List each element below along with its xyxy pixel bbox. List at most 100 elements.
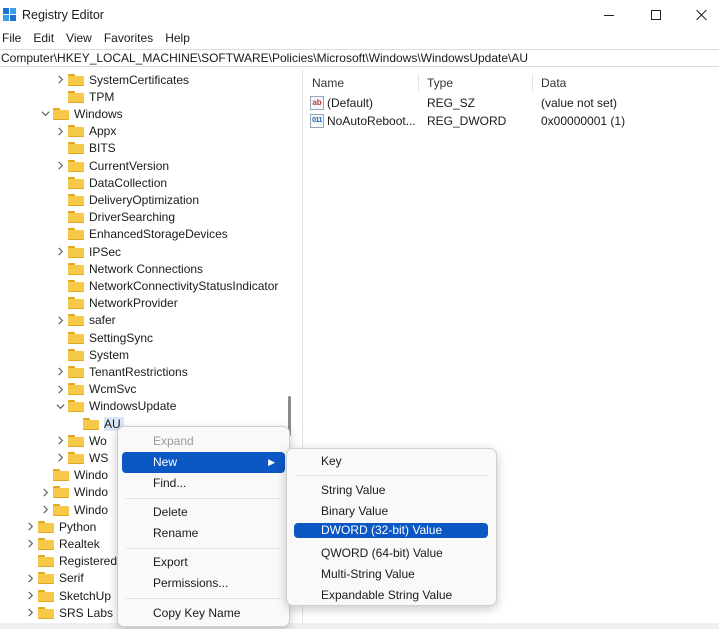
tree-item[interactable]: BITS [55, 140, 116, 157]
menu-edit[interactable]: Edit [31, 30, 57, 48]
tree-item[interactable]: Serif [25, 570, 84, 587]
tree-item-label: DriverSearching [89, 210, 176, 225]
tree-item[interactable]: Windows [40, 105, 123, 122]
tree-item[interactable]: Windo [40, 501, 108, 518]
tree-item[interactable]: NetworkConnectivityStatusIndicator [55, 277, 278, 294]
submenu-item-multi-string-value[interactable]: Multi-String Value [291, 564, 492, 585]
column-divider[interactable] [418, 74, 419, 92]
chevron-right-icon[interactable] [55, 75, 65, 85]
tree-item[interactable]: CurrentVersion [55, 157, 169, 174]
submenu-item-binary-value[interactable]: Binary Value [291, 501, 492, 522]
menu-item-delete[interactable]: Delete [122, 502, 285, 523]
column-header-name[interactable]: Name [312, 76, 344, 90]
tree-item[interactable]: SettingSync [55, 329, 153, 346]
tree-item-label: Python [59, 519, 97, 534]
chevron-right-icon[interactable] [55, 126, 65, 136]
tree-item[interactable]: SystemCertificates [55, 71, 189, 88]
tree-item[interactable]: IPSec [55, 243, 121, 260]
tree-item-label: Windo [74, 468, 109, 483]
menu-item-new[interactable]: New ▶ [122, 452, 285, 473]
tree-item[interactable]: DeliveryOptimization [55, 191, 199, 208]
menu-separator [126, 598, 281, 599]
chevron-right-icon[interactable] [25, 539, 35, 549]
chevron-right-icon[interactable] [55, 315, 65, 325]
chevron-right-icon[interactable] [55, 247, 65, 257]
menu-favorites[interactable]: Favorites [102, 30, 156, 48]
tree-item[interactable]: NetworkProvider [55, 295, 178, 312]
chevron-right-icon[interactable] [55, 367, 65, 377]
submenu-item-key[interactable]: Key [291, 451, 492, 472]
value-name: (Default) [327, 96, 374, 110]
chevron-right-icon[interactable] [55, 453, 65, 463]
maximize-button[interactable] [633, 0, 679, 30]
tree-item-label: SketchUp [59, 588, 112, 603]
tree-item-label: DeliveryOptimization [89, 192, 200, 207]
tree-item[interactable]: safer [55, 312, 116, 329]
chevron-right-icon[interactable] [25, 522, 35, 532]
tree-item[interactable]: DriverSearching [55, 209, 175, 226]
submenu-item-qword-value[interactable]: QWORD (64-bit) Value [291, 543, 492, 564]
binary-value-icon: 011 [310, 114, 324, 128]
tree-item-label: Windo [74, 502, 109, 517]
chevron-down-icon[interactable] [40, 109, 50, 119]
tree-item[interactable]: DataCollection [55, 174, 167, 191]
chevron-right-icon[interactable] [40, 487, 50, 497]
chevron-right-icon[interactable] [25, 591, 35, 601]
minimize-button[interactable] [586, 0, 632, 30]
column-header-data[interactable]: Data [541, 76, 566, 90]
tree-item-label: SettingSync [89, 330, 154, 345]
close-button[interactable] [679, 0, 719, 30]
chevron-right-icon[interactable] [25, 573, 35, 583]
tree-item[interactable]: Appx [55, 123, 116, 140]
tree-item[interactable]: SRS Labs [25, 604, 113, 621]
tree-item[interactable]: WcmSvc [55, 381, 136, 398]
tree-item[interactable]: TenantRestrictions [55, 363, 188, 380]
close-icon [696, 9, 708, 21]
chevron-down-icon[interactable] [55, 401, 65, 411]
tree-item[interactable]: Wo [55, 432, 107, 449]
tree-item[interactable]: TPM [55, 88, 114, 105]
value-row[interactable]: 011 NoAutoReboot... REG_DWORD 0x00000001… [303, 113, 713, 130]
tree-item[interactable]: RegisteredAp [25, 553, 132, 570]
value-data: (value not set) [541, 96, 618, 110]
address-bar[interactable]: Computer\HKEY_LOCAL_MACHINE\SOFTWARE\Pol… [0, 49, 719, 67]
submenu-item-expandable-string-value[interactable]: Expandable String Value [291, 585, 492, 606]
folder-icon [38, 520, 54, 533]
chevron-right-icon[interactable] [25, 608, 35, 618]
tree-item[interactable]: Realtek [25, 535, 100, 552]
submenu-item-dword-value[interactable]: DWORD (32-bit) Value [294, 523, 488, 538]
menu-item-copy-key-name[interactable]: Copy Key Name [122, 603, 285, 624]
menu-item-find[interactable]: Find... [122, 473, 285, 494]
chevron-right-icon[interactable] [55, 161, 65, 171]
tree-item[interactable]: WindowsUpdate [55, 398, 176, 415]
tree-item[interactable]: Python [25, 518, 96, 535]
column-divider[interactable] [532, 74, 533, 92]
menu-file[interactable]: File [0, 30, 24, 48]
menu-view[interactable]: View [64, 30, 95, 48]
tree-item[interactable]: Network Connections [55, 260, 203, 277]
tree-item[interactable]: Windo [40, 467, 108, 484]
tree-item[interactable]: System [55, 346, 129, 363]
menu-item-export[interactable]: Export [122, 552, 285, 573]
menu-item-expand[interactable]: Expand [122, 431, 285, 452]
tree-item[interactable]: EnhancedStorageDevices [55, 226, 228, 243]
menu-item-permissions[interactable]: Permissions... [122, 573, 285, 594]
chevron-right-icon[interactable] [55, 436, 65, 446]
tree-item[interactable]: WS [55, 449, 108, 466]
folder-icon [68, 176, 84, 189]
submenu-item-string-value[interactable]: String Value [291, 480, 492, 501]
chevron-right-icon[interactable] [40, 505, 50, 515]
value-row[interactable]: ab (Default) REG_SZ (value not set) [303, 95, 713, 112]
tree-item[interactable]: AU [70, 415, 124, 432]
value-data: 0x00000001 (1) [541, 114, 626, 128]
tree-item[interactable]: Windo [40, 484, 108, 501]
horizontal-scrollbar[interactable] [0, 623, 719, 629]
menu-item-rename[interactable]: Rename [122, 523, 285, 544]
chevron-right-icon[interactable] [55, 384, 65, 394]
column-header-type[interactable]: Type [427, 76, 453, 90]
tree-item-label: Appx [89, 124, 117, 139]
tree-item[interactable]: SketchUp [25, 587, 111, 604]
menu-help[interactable]: Help [163, 30, 193, 48]
